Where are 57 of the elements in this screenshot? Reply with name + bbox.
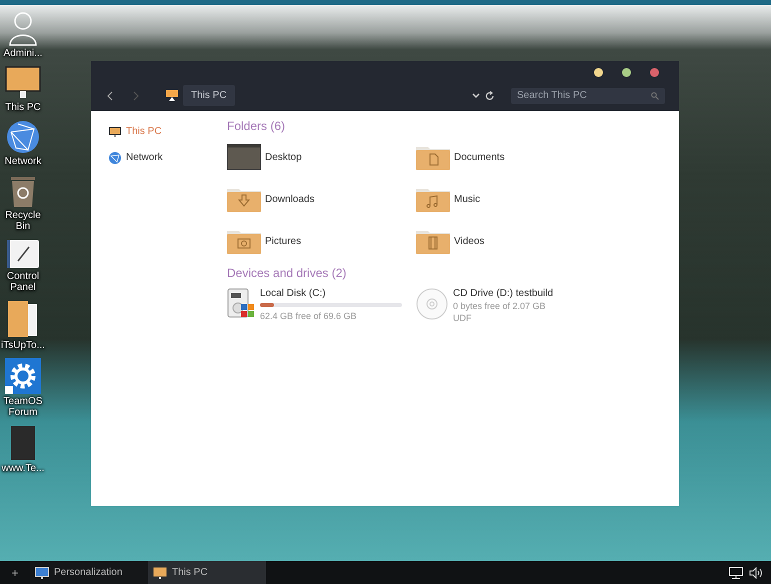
user-silhouette-icon <box>8 10 38 46</box>
document-folder-icon <box>416 144 450 170</box>
monitor-icon <box>109 126 121 136</box>
desktop-window-icon <box>227 144 261 170</box>
film-folder-icon <box>416 228 450 254</box>
music-folder-icon <box>416 186 450 212</box>
section-heading: Folders (6) <box>227 118 286 135</box>
filesystem-text: UDF <box>453 312 472 324</box>
desktop-icon-label[interactable]: iTsUpTo... <box>1 340 45 351</box>
minimize-button[interactable] <box>594 68 603 77</box>
cd-disc-icon <box>416 288 448 320</box>
monitor-icon <box>153 566 167 578</box>
desktop-icon-label[interactable]: This PC <box>5 102 41 113</box>
camera-folder-icon <box>227 228 261 254</box>
desktop-icon-label[interactable]: Admini... <box>4 48 42 59</box>
maximize-button[interactable] <box>622 68 631 77</box>
desktop-icon-label[interactable]: Network <box>4 156 42 167</box>
folder-icon <box>7 300 39 338</box>
dropdown-caret-icon[interactable] <box>472 92 480 98</box>
recycle-bin-icon <box>9 174 37 208</box>
sidebar-item[interactable]: Network <box>109 150 227 165</box>
refresh-icon[interactable] <box>485 90 495 100</box>
section-heading: Devices and drives (2) <box>227 265 348 282</box>
folder-item[interactable]: Music <box>416 186 679 212</box>
monitor-icon <box>5 66 41 100</box>
start-button[interactable]: + <box>0 564 30 582</box>
control-panel-icon <box>6 239 40 269</box>
search-field[interactable]: Search This PC <box>511 88 665 104</box>
address-breadcrumb[interactable]: This PC <box>183 85 235 106</box>
desktop-icon-label[interactable]: Control Panel <box>0 271 46 293</box>
globe-icon <box>109 152 121 164</box>
folder-item[interactable]: Desktop <box>227 144 416 170</box>
close-button[interactable] <box>650 68 659 77</box>
drive-space-text: 62.4 GB free of 69.6 GB <box>260 310 358 322</box>
folder-item[interactable]: Documents <box>416 144 679 170</box>
drive-name: CD Drive (D:) testbuild <box>453 288 554 300</box>
search-icon <box>651 92 659 100</box>
monitor-icon <box>166 90 178 101</box>
monitor-icon <box>35 566 49 578</box>
folder-item[interactable]: Pictures <box>227 228 416 254</box>
dark-file-icon <box>10 425 36 461</box>
drive-name: Local Disk (C:) <box>260 288 327 300</box>
globe-icon <box>6 120 40 154</box>
drive-item[interactable]: CD Drive (D:) testbuild 0 bytes free of 2.07 GB UDF <box>416 288 679 324</box>
network-monitor-icon[interactable] <box>729 566 743 578</box>
drive-item[interactable]: Local Disk (C:) 62.4 GB free of 69.6 GB <box>227 288 416 324</box>
volume-icon[interactable] <box>749 566 763 578</box>
hard-disk-icon <box>227 288 255 320</box>
gear-icon <box>5 358 41 394</box>
download-folder-icon <box>227 186 261 212</box>
folder-item[interactable]: Downloads <box>227 186 416 212</box>
desktop-icon-label[interactable]: Recycle Bin <box>0 210 46 232</box>
taskbar-button[interactable]: Personalization <box>30 561 148 584</box>
folder-item[interactable]: Videos <box>416 228 679 254</box>
drive-space-text: 0 bytes free of 2.07 GB <box>453 300 547 312</box>
desktop-icon-label[interactable]: TeamOS Forum <box>0 396 46 418</box>
taskbar-button[interactable]: This PC <box>148 561 266 584</box>
